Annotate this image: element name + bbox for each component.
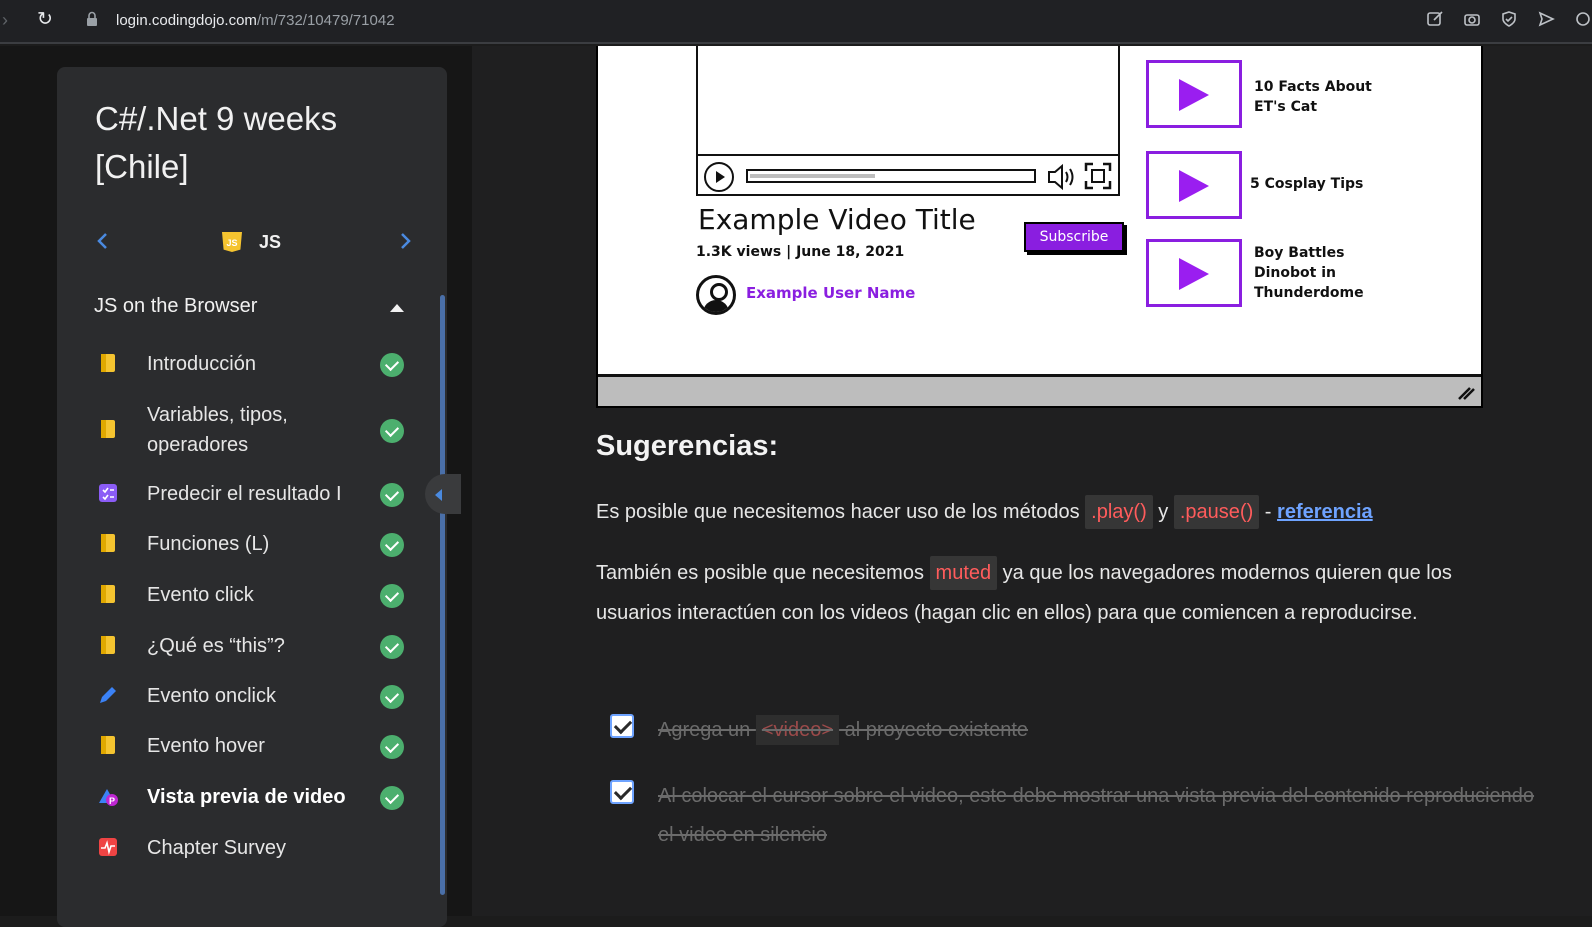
related-video-title: Boy Battles Dinobot in Thunderdome [1254, 245, 1364, 301]
browser-toolbar: › ↻ login.codingdojo.com/m/732/10479/710… [0, 0, 1592, 44]
avatar-icon [696, 275, 736, 315]
shield-icon[interactable] [1500, 10, 1518, 28]
share-icon[interactable] [1426, 10, 1444, 28]
project-icon: P [99, 789, 118, 806]
paragraph-muted: También es posible que necesitemos muted… [596, 553, 1516, 633]
video-title: Example Video Title [698, 203, 976, 236]
survey-icon [99, 838, 117, 856]
js-logo-icon: JS [222, 232, 242, 252]
check-circle-icon [380, 635, 404, 659]
chevron-right-icon[interactable] [395, 229, 415, 253]
check-circle-icon [380, 735, 404, 759]
pencil-icon [100, 687, 116, 703]
progress-bar [746, 169, 1036, 183]
lesson-label: Vista previa de video [147, 786, 346, 808]
caret-up-icon[interactable] [390, 304, 404, 312]
task-text: Al colocar el cursor sobre el video, est… [658, 785, 1535, 846]
subscribe-button: Subscribe [1024, 222, 1124, 252]
lesson-label: ¿Qué es “this”? [147, 635, 285, 657]
lesson-label: Introducción [147, 353, 256, 375]
camera-icon[interactable] [1463, 10, 1481, 28]
text: Agrega un [658, 719, 756, 741]
check-circle-icon [380, 584, 404, 608]
address-bar[interactable]: login.codingdojo.com/m/732/10479/71042 [116, 12, 395, 29]
lesson-label: Variables, tipos, operadores [147, 404, 288, 456]
lesson-label: Funciones (L) [147, 533, 270, 555]
send-icon[interactable] [1537, 10, 1555, 28]
sidebar-scrollbar[interactable] [440, 295, 445, 895]
volume-icon [1048, 163, 1074, 191]
check-circle-icon [380, 786, 404, 810]
play-icon [704, 162, 734, 192]
user-name: Example User Name [746, 284, 916, 302]
book-icon [101, 736, 115, 754]
reference-link[interactable]: referencia [1277, 501, 1373, 523]
lesson-label: Evento hover [147, 735, 265, 757]
collapse-sidebar-button[interactable] [425, 474, 461, 514]
video-controls [696, 154, 1120, 196]
course-sidebar: C#/.Net 9 weeks [Chile] JS JS JS on the … [57, 67, 447, 927]
check-circle-icon [380, 685, 404, 709]
related-video-thumbnail [1146, 60, 1242, 128]
text: y [1152, 501, 1174, 523]
book-icon [101, 636, 115, 654]
section-header[interactable]: JS on the Browser [94, 295, 404, 325]
chevron-left-icon[interactable] [93, 229, 113, 253]
chapter-name: JS [259, 232, 282, 252]
text: También es posible que necesitemos [596, 562, 930, 584]
inline-code: muted [929, 556, 998, 590]
inline-code: .pause() [1173, 495, 1260, 529]
lesson-label: Predecir el resultado I [147, 483, 342, 505]
task-text: Agrega un <video> al proyecto existente [658, 711, 1538, 750]
menu-icon[interactable] [1574, 10, 1592, 28]
check-circle-icon [380, 419, 404, 443]
section-heading: Sugerencias: [596, 430, 779, 462]
text: al proyecto existente [839, 719, 1029, 741]
wireframe-image: Example Video Title 1.3K views | June 18… [596, 46, 1483, 408]
text: Es posible que necesitemos hacer uso de … [596, 501, 1086, 523]
task-checkbox[interactable] [610, 780, 634, 804]
back-icon[interactable]: › [2, 10, 8, 31]
lesson-label: Evento click [147, 584, 254, 606]
reload-icon[interactable]: ↻ [37, 8, 53, 31]
text: - [1259, 501, 1278, 523]
inline-code: <video> [755, 715, 840, 745]
check-circle-icon [380, 533, 404, 557]
task-checkbox[interactable] [610, 714, 634, 738]
lesson-label: Chapter Survey [147, 837, 286, 859]
lesson-label: Evento onclick [147, 685, 276, 707]
related-video-title: 10 Facts About ET's Cat [1254, 79, 1372, 115]
chapter-nav: JS JS [87, 227, 417, 257]
resize-icon [1458, 387, 1475, 400]
fullscreen-icon [1084, 162, 1112, 190]
book-icon [101, 585, 115, 603]
wireframe-footer [598, 374, 1481, 406]
check-circle-icon [380, 353, 404, 377]
course-title: C#/.Net 9 weeks [Chile] [95, 100, 338, 185]
section-title: JS on the Browser [94, 295, 258, 317]
lesson-content: Example Video Title 1.3K views | June 18… [472, 46, 1592, 916]
related-video-thumbnail [1146, 151, 1242, 219]
video-meta: 1.3K views | June 18, 2021 [696, 244, 905, 260]
book-icon [101, 354, 115, 372]
book-icon [101, 420, 115, 438]
check-circle-icon [380, 483, 404, 507]
related-video-thumbnail [1146, 239, 1242, 307]
quiz-icon [99, 484, 117, 502]
svg-text:P: P [109, 796, 115, 806]
inline-code: .play() [1085, 495, 1153, 529]
book-icon [101, 534, 115, 552]
paragraph-methods: Es posible que necesitemos hacer uso de … [596, 492, 1516, 532]
lock-icon[interactable] [86, 11, 98, 27]
related-video-title: 5 Cosplay Tips [1250, 176, 1364, 192]
